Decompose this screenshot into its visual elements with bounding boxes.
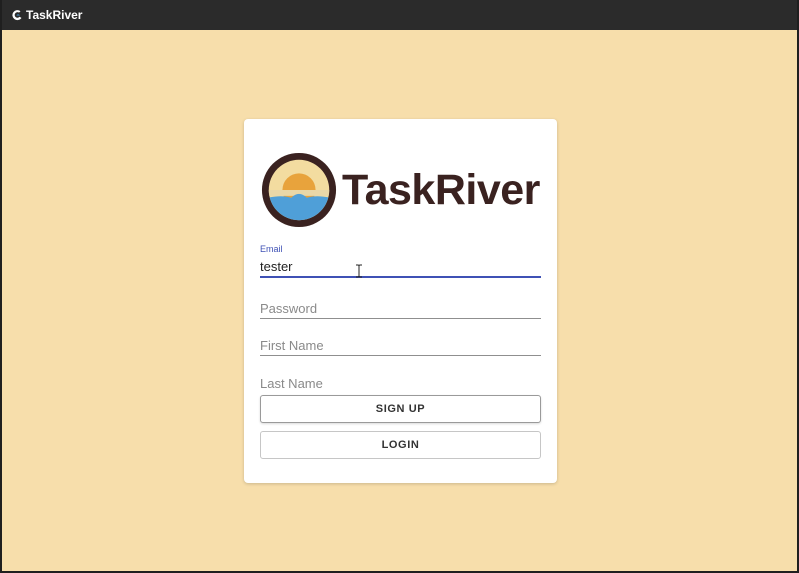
ibeam-cursor-icon (355, 264, 363, 278)
email-underline (260, 276, 541, 278)
password-underline (260, 318, 541, 319)
brand-logo: TaskRiver (260, 150, 540, 230)
signup-button[interactable]: SIGN UP (260, 395, 541, 423)
password-input[interactable] (260, 298, 541, 318)
email-field-group: Email (260, 244, 541, 278)
app-title: TaskRiver (26, 8, 83, 22)
email-input[interactable] (260, 256, 541, 276)
email-label: Email (260, 244, 283, 254)
app-bar: TaskRiver (2, 0, 797, 30)
first-name-field-group (260, 335, 541, 356)
logo-wordmark: TaskRiver (342, 165, 540, 214)
first-name-underline (260, 355, 541, 356)
wave-icon (11, 9, 23, 21)
login-button[interactable]: LOGIN (260, 431, 541, 459)
first-name-input[interactable] (260, 335, 541, 355)
signup-card: TaskRiver Email SIGN UP LOGIN (244, 119, 557, 483)
last-name-input[interactable] (260, 373, 541, 393)
sunset-water-logo-icon (261, 152, 337, 228)
password-field-group (260, 298, 541, 319)
last-name-field-group (260, 373, 541, 393)
